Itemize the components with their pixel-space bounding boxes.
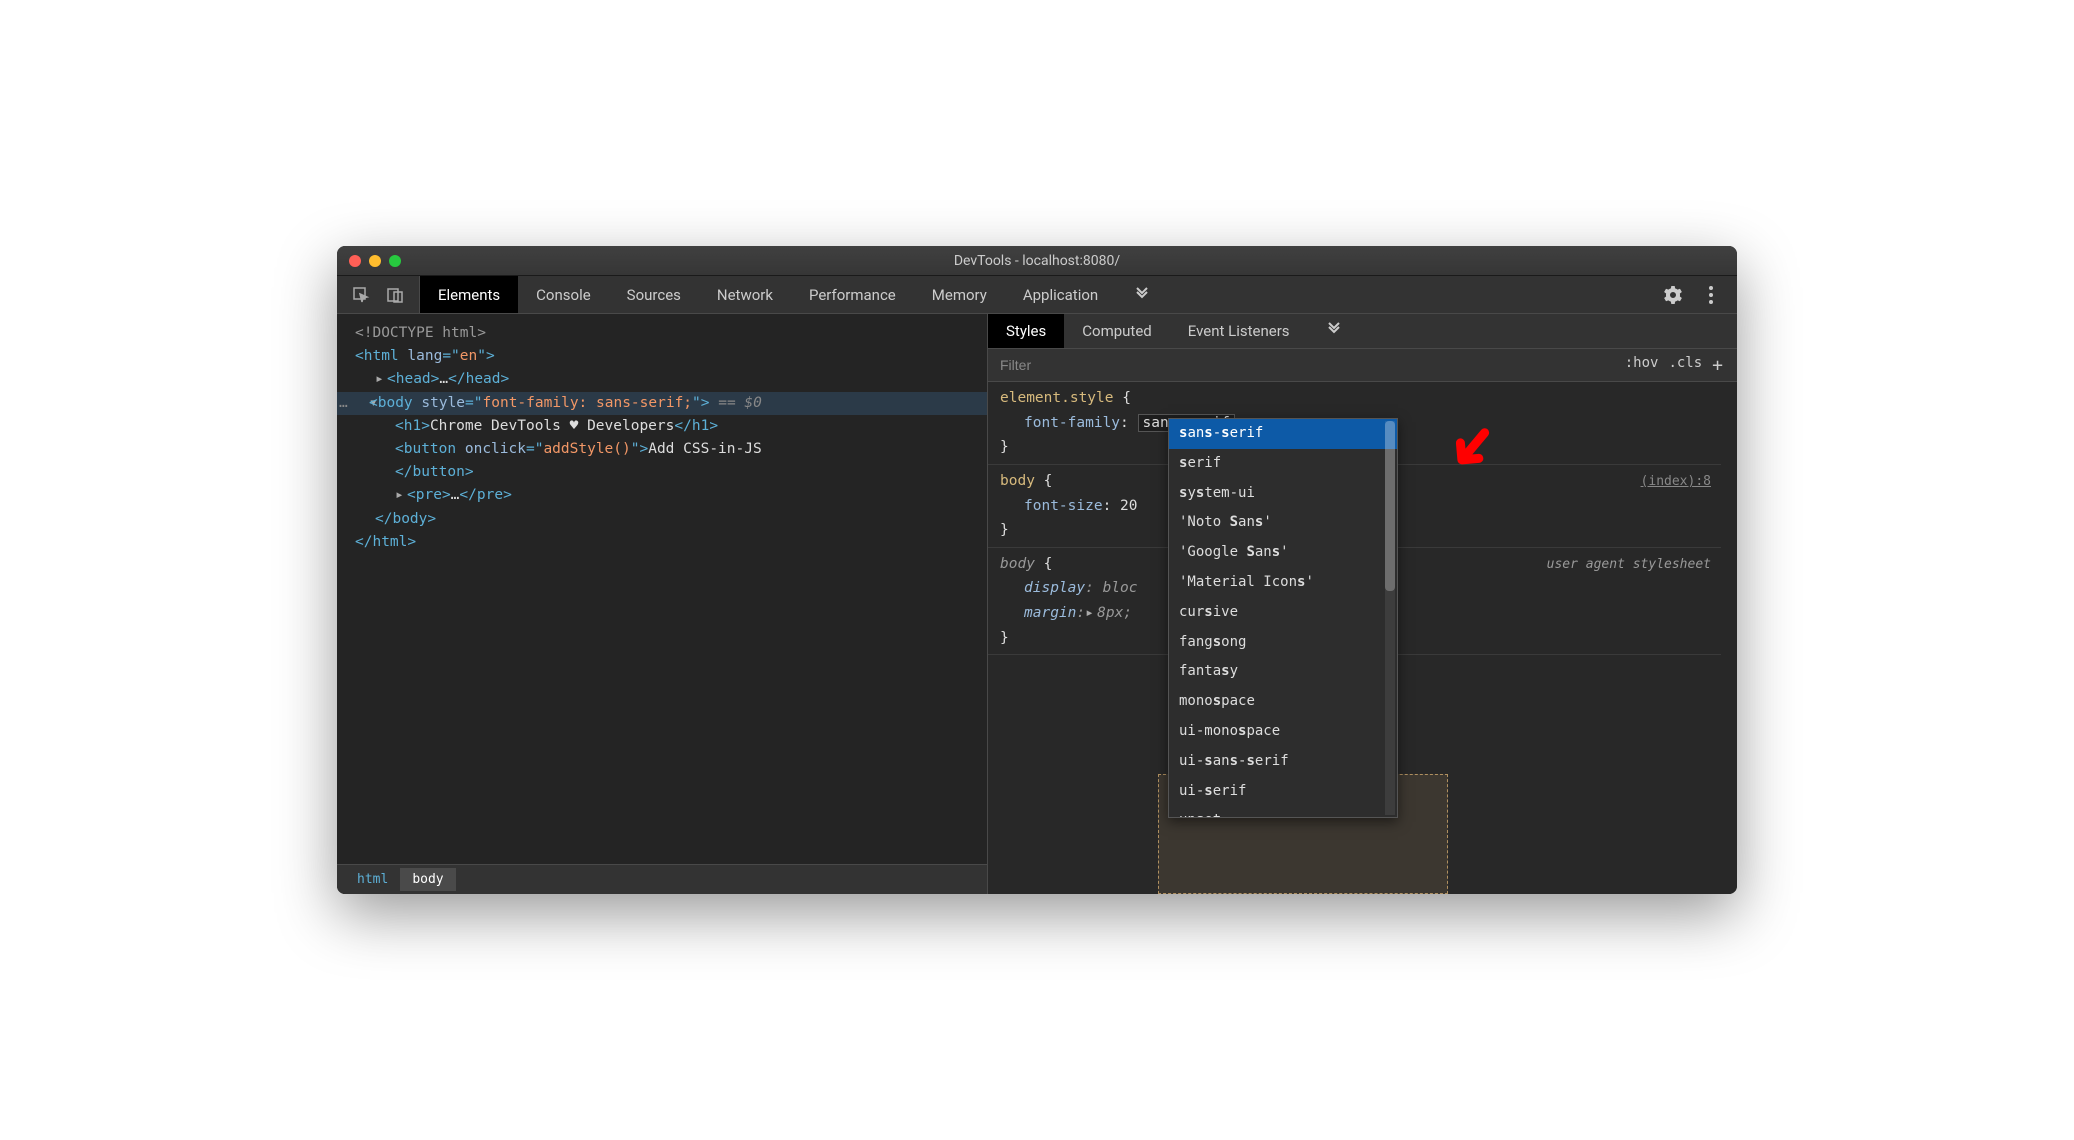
autocomplete-option[interactable]: 'Noto Sans' [1169,508,1397,538]
dom-html-close[interactable]: </html> [355,531,987,554]
main-split: <!DOCTYPE html> <html lang="en"> ▸<head>… [337,314,1737,894]
autocomplete-option[interactable]: ui-serif [1169,777,1397,807]
panel-tabs: Elements Console Sources Network Perform… [420,276,1647,313]
dom-doctype[interactable]: <!DOCTYPE html> [355,322,987,345]
expand-arrow-icon[interactable]: ▸ [1085,601,1097,626]
tab-elements[interactable]: Elements [420,276,518,313]
css-rules: element.style { font-family: sans-serif;… [988,382,1737,894]
crumb-html[interactable]: html [345,868,400,891]
autocomplete-option[interactable]: 'Material Icons' [1169,568,1397,598]
rule-source-text: user agent stylesheet [1547,554,1711,576]
main-toolbar: Elements Console Sources Network Perform… [337,276,1737,314]
tab-memory[interactable]: Memory [914,276,1005,313]
dom-pre[interactable]: ▸<pre>…</pre> [355,484,987,507]
dom-button-close[interactable]: </button> [355,461,987,484]
tabs-overflow-icon[interactable] [1116,276,1168,313]
autocomplete-option[interactable]: fantasy [1169,657,1397,687]
tab-application[interactable]: Application [1005,276,1116,313]
elements-panel: <!DOCTYPE html> <html lang="en"> ▸<head>… [337,314,987,894]
styles-tab-event-listeners[interactable]: Event Listeners [1170,314,1308,348]
autocomplete-popup: sans-serifserifsystem-ui'Noto Sans''Goog… [1168,418,1398,818]
styles-filter-row: :hov .cls + [988,349,1737,382]
styles-filter-input[interactable] [988,349,1611,381]
dom-html-open[interactable]: <html lang="en"> [355,345,987,368]
dom-head[interactable]: ▸<head>…</head> [355,368,987,391]
dom-body-close[interactable]: </body> [355,508,987,531]
device-toolbar-icon[interactable] [385,285,405,305]
autocomplete-option[interactable]: ui-sans-serif [1169,747,1397,777]
traffic-lights [349,255,401,267]
autocomplete-option[interactable]: monospace [1169,687,1397,717]
styles-tabs-overflow-icon[interactable] [1308,314,1360,348]
new-rule-button[interactable]: + [1712,355,1723,376]
tab-sources[interactable]: Sources [609,276,699,313]
maximize-window-button[interactable] [389,255,401,267]
devtools-window: DevTools - localhost:8080/ Elements Cons… [337,246,1737,894]
styles-tab-styles[interactable]: Styles [988,314,1064,348]
autocomplete-option[interactable]: system-ui [1169,479,1397,509]
annotation-arrow-icon [1444,422,1498,476]
kebab-menu-icon[interactable] [1701,285,1721,305]
dom-body-open[interactable]: ▾<body style="font-family: sans-serif;">… [337,392,987,415]
minimize-window-button[interactable] [369,255,381,267]
autocomplete-option[interactable]: fangsong [1169,628,1397,658]
tab-performance[interactable]: Performance [791,276,914,313]
selector-body: body [1000,473,1035,489]
crumb-body[interactable]: body [400,868,455,891]
dom-button-open[interactable]: <button onclick="addStyle()">Add CSS-in-… [355,438,987,461]
rule-source-link[interactable]: (index):8 [1641,471,1711,493]
autocomplete-option[interactable]: cursive [1169,598,1397,628]
selector-element-style: element.style [1000,390,1114,406]
cls-button[interactable]: .cls [1668,355,1702,376]
styles-tabs: Styles Computed Event Listeners [988,314,1737,349]
autocomplete-scrollbar-thumb[interactable] [1385,421,1395,591]
toolbar-left-icons [337,276,420,313]
inspect-element-icon[interactable] [351,285,371,305]
autocomplete-option[interactable]: 'Google Sans' [1169,538,1397,568]
toolbar-right-icons [1647,276,1737,313]
styles-tab-computed[interactable]: Computed [1064,314,1170,348]
dom-tree[interactable]: <!DOCTYPE html> <html lang="en"> ▸<head>… [337,314,987,864]
dom-h1[interactable]: <h1>Chrome DevTools ♥ Developers</h1> [355,415,987,438]
selector-body-ua: body [1000,556,1035,572]
breadcrumb: html body [337,864,987,894]
gear-icon[interactable] [1663,285,1683,305]
window-title: DevTools - localhost:8080/ [337,253,1737,269]
filter-buttons: :hov .cls + [1611,355,1737,376]
autocomplete-option[interactable]: serif [1169,449,1397,479]
tab-console[interactable]: Console [518,276,609,313]
titlebar: DevTools - localhost:8080/ [337,246,1737,276]
tab-network[interactable]: Network [699,276,791,313]
autocomplete-option[interactable]: unset [1169,806,1397,818]
hov-button[interactable]: :hov [1625,355,1659,376]
close-window-button[interactable] [349,255,361,267]
styles-panel: Styles Computed Event Listeners :hov .cl… [987,314,1737,894]
autocomplete-option[interactable]: sans-serif [1169,419,1397,449]
autocomplete-option[interactable]: ui-monospace [1169,717,1397,747]
